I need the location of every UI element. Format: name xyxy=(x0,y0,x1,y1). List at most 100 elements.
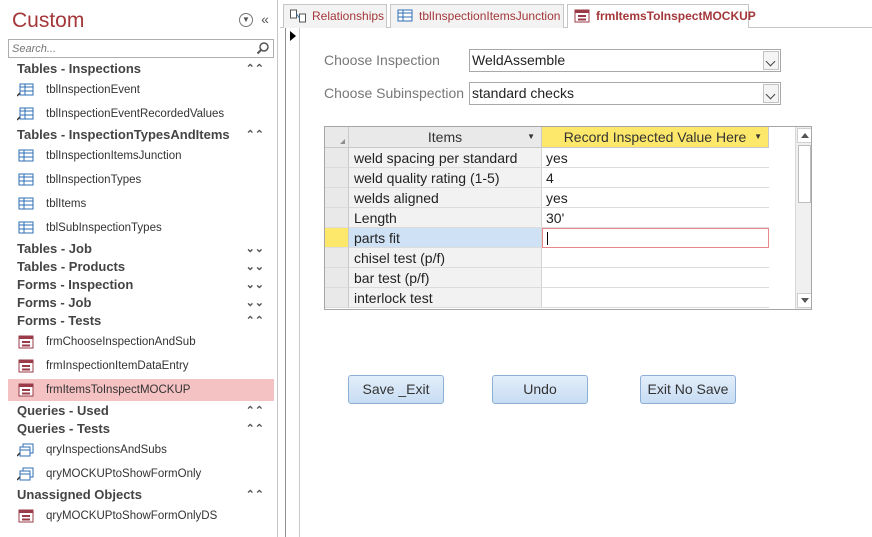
linked-table-icon xyxy=(17,83,34,97)
exit-no-save-button[interactable]: Exit No Save xyxy=(640,375,736,404)
nav-item-qrymockuptoshowformonlyds[interactable]: qryMOCKUPtoShowFormOnlyDS xyxy=(8,505,274,527)
nav-item-label: tblSubInspectionTypes xyxy=(46,222,162,234)
linked-table-icon xyxy=(17,107,34,121)
tab-tblinspectionitemsjunction[interactable]: tblInspectionItemsJunction xyxy=(390,4,564,28)
nav-item-tblitems[interactable]: tblItems xyxy=(8,193,274,215)
value-cell[interactable]: 30' xyxy=(542,208,769,228)
nav-item-qrymockuptoshowformonly[interactable]: qryMOCKUPtoShowFormOnly xyxy=(8,463,274,485)
table-row[interactable]: bar test (p/f) xyxy=(325,268,769,288)
nav-group-queries-used[interactable]: Queries - Used ⌃⌃ xyxy=(8,402,274,420)
nav-item-tblinspectioneventrecordedvalues[interactable]: tblInspectionEventRecordedValues xyxy=(8,103,274,125)
nav-group-tables-job[interactable]: Tables - Job ⌄⌄ xyxy=(8,240,274,258)
dropdown-arrow-icon[interactable] xyxy=(763,51,779,70)
search-icon[interactable] xyxy=(256,41,270,55)
nav-item-label: frmChooseInspectionAndSub xyxy=(46,336,196,348)
column-header-label: Items xyxy=(427,129,463,145)
row-selector[interactable] xyxy=(325,168,349,188)
choose-subinspection-combo[interactable]: standard checks xyxy=(469,82,781,105)
table-row[interactable]: weld quality rating (1-5) 4 xyxy=(325,168,769,188)
tab-frmitemstoinspectmockup[interactable]: frmItemsToInspectMOCKUP xyxy=(567,4,756,29)
current-record-arrow-icon xyxy=(290,31,296,41)
collapse-pane-icon[interactable]: « xyxy=(258,12,272,26)
nav-item-tblinspectionitemsjunction[interactable]: tblInspectionItemsJunction xyxy=(8,145,274,167)
table-row-current[interactable]: parts fit xyxy=(325,228,769,248)
tab-relationships[interactable]: Relationships xyxy=(283,4,387,28)
table-row[interactable]: chisel test (p/f) xyxy=(325,248,769,268)
nav-search-input[interactable] xyxy=(9,40,249,57)
save-exit-button[interactable]: Save _Exit xyxy=(348,375,444,404)
collapse-chevron-icon: ⌃⌃ xyxy=(245,423,264,435)
nav-search-box xyxy=(8,39,274,58)
nav-menu-chevron-icon[interactable]: ▼ xyxy=(239,13,253,27)
choose-inspection-label: Choose Inspection xyxy=(324,52,440,68)
value-cell[interactable] xyxy=(542,248,769,268)
choose-inspection-combo[interactable]: WeldAssemble xyxy=(469,49,781,72)
nav-group-tables-inspections[interactable]: Tables - Inspections ⌃⌃ xyxy=(8,60,274,78)
nav-group-queries-tests[interactable]: Queries - Tests ⌃⌃ xyxy=(8,420,274,438)
item-cell: parts fit xyxy=(349,228,542,248)
nav-title[interactable]: Custom xyxy=(12,9,84,33)
nav-item-qryinspectionsandsubs[interactable]: qryInspectionsAndSubs xyxy=(8,439,274,461)
item-cell: weld spacing per standard xyxy=(349,148,542,168)
collapse-chevron-icon: ⌃⌃ xyxy=(245,129,264,141)
table-row[interactable]: weld spacing per standard yes xyxy=(325,148,769,168)
value-cell[interactable] xyxy=(542,268,769,288)
row-selector[interactable] xyxy=(325,228,349,248)
sort-dropdown-icon[interactable]: ▼ xyxy=(527,127,535,147)
nav-item-label: tblItems xyxy=(46,198,87,210)
nav-item-label: tblInspectionEvent xyxy=(46,84,140,96)
tab-label: frmItemsToInspectMOCKUP xyxy=(596,9,756,23)
undo-button[interactable]: Undo xyxy=(492,375,588,404)
record-selector[interactable] xyxy=(286,28,300,537)
nav-item-frmchooseinspectionandsub[interactable]: frmChooseInspectionAndSub xyxy=(8,331,274,353)
table-row[interactable]: interlock test xyxy=(325,288,769,308)
table-row[interactable]: welds aligned yes xyxy=(325,188,769,208)
row-selector[interactable] xyxy=(325,208,349,228)
item-cell: interlock test xyxy=(349,288,542,308)
row-selector[interactable] xyxy=(325,248,349,268)
value-cell-editing[interactable] xyxy=(542,228,769,248)
value-cell[interactable]: 4 xyxy=(542,168,769,188)
nav-item-tblsubinspectiontypes[interactable]: tblSubInspectionTypes xyxy=(8,217,274,239)
form-icon xyxy=(18,509,34,523)
nav-item-frmitemstoinspectmockup[interactable]: frmItemsToInspectMOCKUP xyxy=(8,379,274,401)
nav-item-label: qryMOCKUPtoShowFormOnlyDS xyxy=(46,510,218,522)
nav-group-forms-tests[interactable]: Forms - Tests ⌃⌃ xyxy=(8,312,274,330)
nav-group-label: Queries - Tests xyxy=(17,421,110,436)
table-icon xyxy=(18,221,34,234)
nav-group-tables-inspectiontypesanditems[interactable]: Tables - InspectionTypesAndItems ⌃⌃ xyxy=(8,126,274,144)
row-selector[interactable] xyxy=(325,288,349,308)
table-icon xyxy=(397,9,413,22)
sort-dropdown-icon[interactable]: ▼ xyxy=(754,127,762,147)
table-icon xyxy=(18,197,34,210)
nav-item-frminspectionitemdataentry[interactable]: frmInspectionItemDataEntry xyxy=(8,355,274,377)
value-cell[interactable]: yes xyxy=(542,188,769,208)
scroll-down-icon[interactable] xyxy=(797,293,811,308)
nav-group-unassigned-objects[interactable]: Unassigned Objects ⌃⌃ xyxy=(8,486,274,504)
table-row[interactable]: Length 30' xyxy=(325,208,769,228)
vertical-scrollbar[interactable] xyxy=(795,127,811,309)
nav-group-forms-job[interactable]: Forms - Job ⌄⌄ xyxy=(8,294,274,312)
row-selector[interactable] xyxy=(325,188,349,208)
column-header-record-value[interactable]: Record Inspected Value Here ▼ xyxy=(542,127,769,148)
row-selector[interactable] xyxy=(325,148,349,168)
form-icon xyxy=(18,383,34,397)
scroll-thumb[interactable] xyxy=(798,145,811,203)
form-body: Choose Inspection WeldAssemble Choose Su… xyxy=(285,28,872,537)
nav-group-label: Tables - Products xyxy=(17,259,126,274)
document-tab-bar: Relationships tblInspectionItemsJunction… xyxy=(280,0,872,29)
nav-group-forms-inspection[interactable]: Forms - Inspection ⌄⌄ xyxy=(8,276,274,294)
choose-subinspection-value: standard checks xyxy=(472,85,574,101)
nav-group-tables-products[interactable]: Tables - Products ⌄⌄ xyxy=(8,258,274,276)
value-cell[interactable] xyxy=(542,288,769,308)
expand-chevron-icon: ⌄⌄ xyxy=(245,297,264,309)
nav-item-tblinspectionevent[interactable]: tblInspectionEvent xyxy=(8,79,274,101)
choose-subinspection-label: Choose Subinspection xyxy=(324,85,465,101)
value-cell[interactable]: yes xyxy=(542,148,769,168)
row-selector[interactable] xyxy=(325,268,349,288)
select-all-corner[interactable] xyxy=(325,127,349,148)
nav-item-tblinspectiontypes[interactable]: tblInspectionTypes xyxy=(8,169,274,191)
dropdown-arrow-icon[interactable] xyxy=(763,84,779,103)
scroll-up-icon[interactable] xyxy=(797,128,811,143)
column-header-items[interactable]: Items ▼ xyxy=(349,127,542,148)
